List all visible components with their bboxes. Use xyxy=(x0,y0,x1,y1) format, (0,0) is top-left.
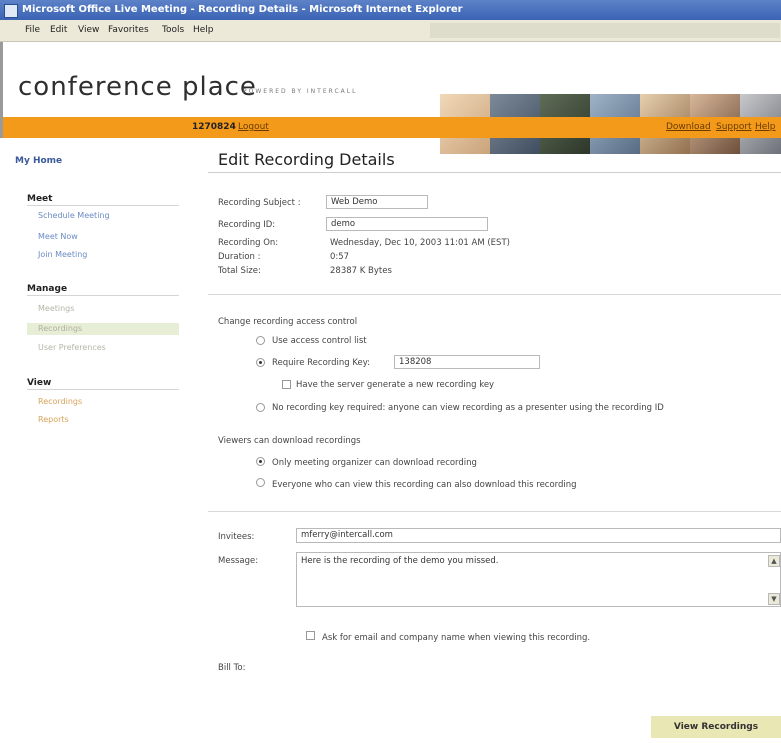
menu-view[interactable]: View xyxy=(78,25,99,35)
download-heading: Viewers can download recordings xyxy=(218,436,361,446)
account-bar: 1270824 Logout Download Support Help xyxy=(0,117,781,138)
duration-label: Duration : xyxy=(218,252,261,262)
no-key-label: No recording key required: anyone can vi… xyxy=(272,403,664,413)
menu-tools[interactable]: Tools xyxy=(162,25,184,35)
access-control-heading: Change recording access control xyxy=(218,317,358,327)
organizer-download-label: Only meeting organizer can download reco… xyxy=(272,458,477,468)
download-link[interactable]: Download xyxy=(666,122,711,132)
help-link[interactable]: Help xyxy=(755,122,776,132)
everyone-download-radio[interactable] xyxy=(256,478,265,487)
recording-subject-label: Recording Subject : xyxy=(218,198,301,208)
scroll-up-icon[interactable]: ▲ xyxy=(768,555,780,567)
recording-id-label: Recording ID: xyxy=(218,220,276,230)
scroll-down-icon[interactable]: ▼ xyxy=(768,593,780,605)
access-control-list-radio[interactable] xyxy=(256,336,265,345)
section-divider xyxy=(208,294,781,295)
window-titlebar: Microsoft Office Live Meeting - Recordin… xyxy=(0,0,781,20)
view-recordings-button[interactable]: View Recordings xyxy=(651,716,781,738)
support-link[interactable]: Support xyxy=(716,122,752,132)
generate-key-checkbox[interactable] xyxy=(282,380,291,389)
recording-on-value: Wednesday, Dec 10, 2003 11:01 AM (EST) xyxy=(330,238,510,248)
organizer-download-radio[interactable] xyxy=(256,457,265,466)
recording-key-input[interactable]: 138208 xyxy=(394,355,540,369)
menu-bar: File Edit View Favorites Tools Help xyxy=(0,20,781,42)
bill-to-label: Bill To: xyxy=(218,663,246,673)
main-content: Edit Recording Details Recording Subject… xyxy=(0,138,781,743)
section-divider xyxy=(208,511,781,512)
window-title: Microsoft Office Live Meeting - Recordin… xyxy=(22,4,463,15)
require-key-label: Require Recording Key: xyxy=(272,358,371,368)
duration-value: 0:57 xyxy=(330,252,350,262)
conference-place-logo: conference place xyxy=(18,72,257,102)
menu-favorites[interactable]: Favorites xyxy=(108,25,149,35)
invitees-label: Invitees: xyxy=(218,532,255,542)
no-key-radio[interactable] xyxy=(256,403,265,412)
recording-id-input[interactable]: demo xyxy=(326,217,488,231)
message-label: Message: xyxy=(218,556,259,566)
menu-help[interactable]: Help xyxy=(193,25,214,35)
ask-email-label: Ask for email and company name when view… xyxy=(322,633,591,643)
message-textarea[interactable]: Here is the recording of the demo you mi… xyxy=(296,552,781,607)
access-control-list-label: Use access control list xyxy=(272,336,367,346)
recording-on-label: Recording On: xyxy=(218,238,279,248)
page-title: Edit Recording Details xyxy=(218,150,395,169)
title-divider xyxy=(208,172,781,173)
total-size-value: 28387 K Bytes xyxy=(330,266,392,276)
message-text: Here is the recording of the demo you mi… xyxy=(301,556,499,566)
menu-edit[interactable]: Edit xyxy=(50,25,67,35)
logout-link[interactable]: Logout xyxy=(238,122,269,132)
generate-key-label: Have the server generate a new recording… xyxy=(296,380,495,390)
require-key-radio[interactable] xyxy=(256,358,265,367)
recording-subject-input[interactable]: Web Demo xyxy=(326,195,428,209)
total-size-label: Total Size: xyxy=(218,266,261,276)
invitees-input[interactable]: mferry@intercall.com xyxy=(296,528,781,543)
brand-header: conference place POWERED BY INTERCALL xyxy=(0,42,781,154)
toolbar-area xyxy=(430,23,780,38)
ie-icon xyxy=(4,4,18,18)
menu-file[interactable]: File xyxy=(25,25,40,35)
powered-by-label: POWERED BY INTERCALL xyxy=(243,88,358,95)
everyone-download-label: Everyone who can view this recording can… xyxy=(272,480,577,490)
account-id: 1270824 xyxy=(192,122,236,132)
ask-email-checkbox[interactable] xyxy=(306,631,315,640)
